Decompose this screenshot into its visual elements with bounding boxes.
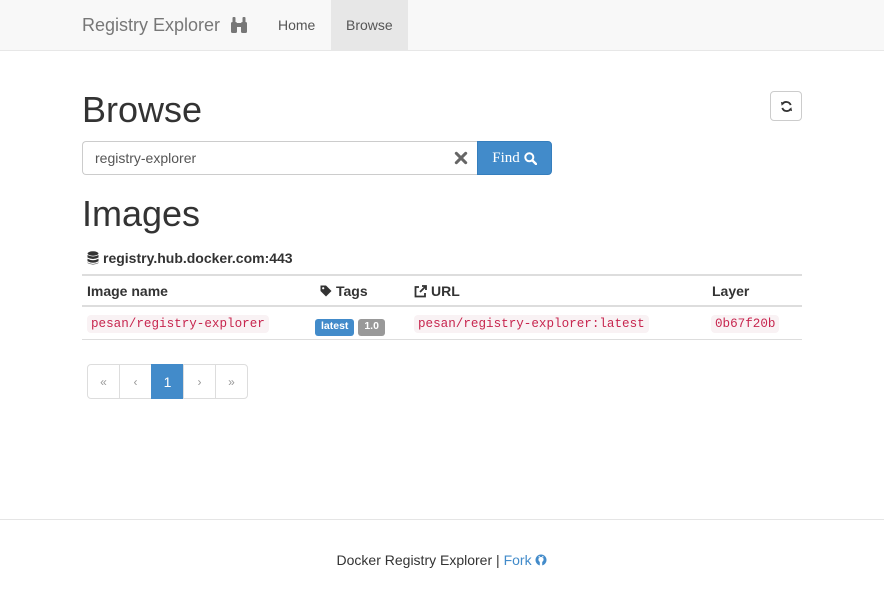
- tags-cell: latest 1.0: [315, 316, 385, 336]
- refresh-button[interactable]: [770, 91, 802, 121]
- registry-label: registry.hub.docker.com:443: [103, 250, 293, 266]
- find-button[interactable]: Find: [477, 141, 552, 175]
- tag-badge-version[interactable]: 1.0: [358, 319, 385, 336]
- github-icon: [535, 554, 547, 566]
- layer-cell: 0b67f20b: [711, 314, 780, 333]
- image-url[interactable]: pesan/registry-explorer:latest: [414, 315, 649, 333]
- table-row: pesan/registry-explorer latest 1.0 pesan…: [82, 307, 802, 340]
- tag-icon: [320, 285, 332, 297]
- column-layer-label: Layer: [712, 283, 750, 299]
- page-prev-button[interactable]: ‹: [119, 364, 152, 399]
- refresh-icon: [780, 100, 792, 112]
- footer-title: Docker Registry Explorer: [336, 552, 493, 568]
- layer-id[interactable]: 0b67f20b: [711, 315, 780, 333]
- clear-search-icon[interactable]: [454, 151, 468, 165]
- tag-badge-latest[interactable]: latest: [315, 319, 355, 336]
- column-tags-label: Tags: [336, 283, 368, 299]
- search-field: [82, 141, 478, 175]
- external-link-icon: [414, 284, 427, 297]
- url-cell: pesan/registry-explorer:latest: [414, 314, 649, 333]
- footer: Docker Registry Explorer | Fork: [0, 519, 884, 616]
- page-last-button[interactable]: »: [215, 364, 248, 399]
- table-header: Image name Tags URL Layer: [82, 274, 802, 307]
- fork-link[interactable]: Fork: [504, 552, 548, 568]
- column-url: URL: [414, 283, 460, 299]
- pagination: « ‹ 1 › »: [87, 364, 248, 399]
- page-title: Browse: [82, 89, 203, 130]
- brand-name: Registry Explorer: [82, 14, 221, 35]
- column-url-label: URL: [431, 283, 460, 299]
- column-image-name-label: Image name: [87, 283, 168, 299]
- images-heading: Images: [82, 193, 201, 234]
- search-input[interactable]: [83, 142, 443, 174]
- page-first-button[interactable]: «: [87, 364, 120, 399]
- nav-home[interactable]: Home: [263, 0, 330, 50]
- page-current-button[interactable]: 1: [151, 364, 184, 399]
- brand-link[interactable]: Registry Explorer: [82, 0, 248, 50]
- nav-browse[interactable]: Browse: [331, 0, 408, 50]
- column-tags: Tags: [320, 283, 368, 299]
- registry-name: registry.hub.docker.com:443: [87, 250, 293, 266]
- image-name-link[interactable]: pesan/registry-explorer: [87, 315, 269, 333]
- column-image-name: Image name: [87, 283, 168, 299]
- image-name-cell: pesan/registry-explorer: [87, 314, 269, 333]
- binoculars-icon: [231, 17, 248, 33]
- search-icon: [524, 151, 537, 165]
- fork-label: Fork: [503, 552, 532, 568]
- page-next-button[interactable]: ›: [183, 364, 216, 399]
- database-icon: [87, 251, 99, 265]
- footer-text: Docker Registry Explorer | Fork: [0, 552, 884, 568]
- images-table: Image name Tags URL Layer pesan/registry…: [82, 274, 802, 340]
- find-label: Find: [492, 149, 520, 166]
- column-layer: Layer: [712, 283, 749, 299]
- footer-separator: |: [496, 552, 500, 568]
- navbar: Registry Explorer Home Browse: [0, 0, 884, 51]
